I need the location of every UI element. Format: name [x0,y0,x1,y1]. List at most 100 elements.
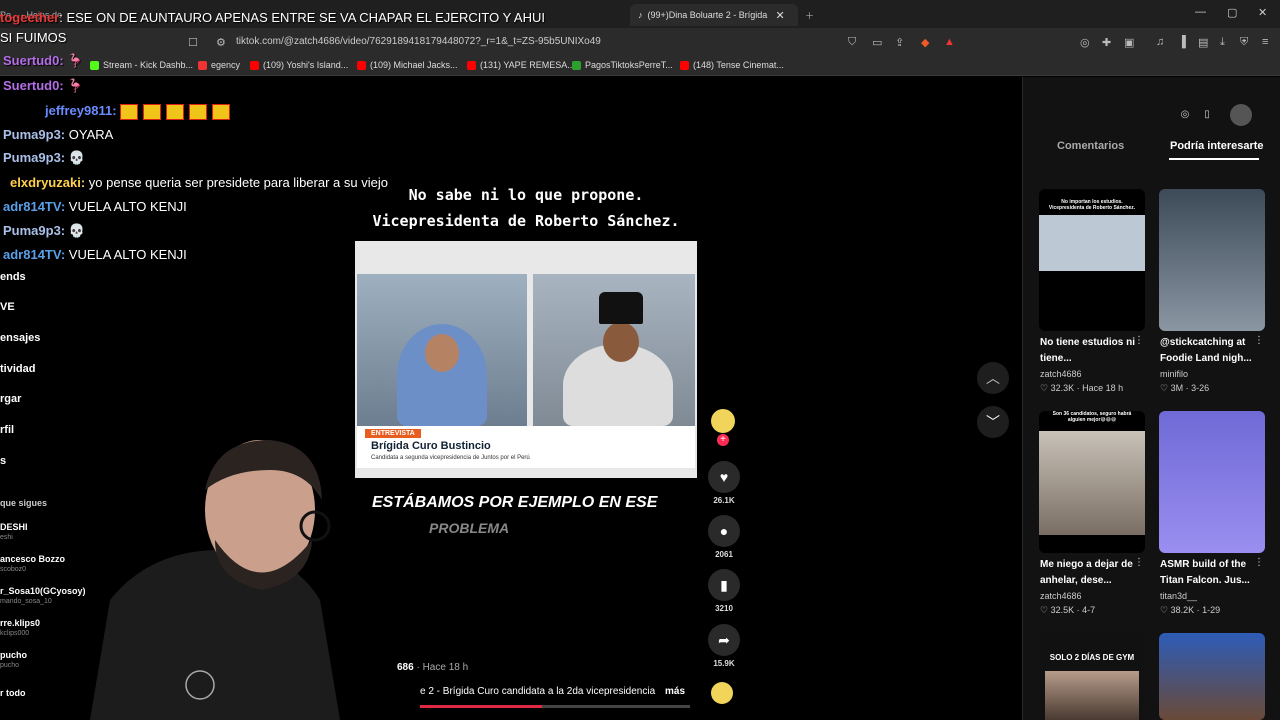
share-button[interactable]: ➦ 15.9K [708,624,740,668]
cast-icon[interactable]: ▭ [872,36,882,49]
chevron-down-icon[interactable]: ﹀ [977,406,1009,438]
see-all-link[interactable]: r todo [0,688,26,698]
tab-label: (99+)Dina Boluarte 2 - Brígida C [647,10,768,20]
vpn-icon[interactable]: ⛨ [1240,36,1248,49]
rewards-icon[interactable]: ▲ [944,36,955,48]
tab-underline [1169,158,1259,160]
bookmark-yoshi[interactable]: (109) Yoshi's Island... [250,60,348,70]
chevron-up-icon[interactable]: ︿ [977,362,1009,394]
extension-icon[interactable]: ◎ [1080,36,1090,49]
bookmark-michael[interactable]: (109) Michael Jacks... [357,60,458,70]
minimize-icon[interactable]: — [1195,6,1206,18]
card-thumbnail[interactable] [1159,633,1265,720]
following-item[interactable]: r_Sosa10(GCyosoy) [0,586,86,596]
card-title[interactable]: ASMR build of the Titan Falcon. Jus... [1160,557,1256,589]
tab-comments[interactable]: Comentarios [1057,140,1124,152]
profile-avatar[interactable] [1230,104,1252,126]
sidebar-icon[interactable]: ▐ [1178,36,1186,48]
tiktok-icon: ♪ [638,10,643,20]
more-options-icon[interactable]: ⋮ [1254,557,1264,568]
following-item[interactable]: pucho [0,650,27,660]
card-title[interactable]: @stickcatching at Foodie Land nigh... [1160,335,1256,367]
chat-line: Suertud0: 🦩 [3,77,83,95]
chat-user: Puma9p3: [3,150,66,165]
card-author[interactable]: zatch4686 [1040,369,1082,379]
maximize-icon[interactable]: ▢ [1227,6,1237,19]
bookmarks-bar: Stream - Kick Dashb... egency (109) Yosh… [0,56,1280,76]
close-icon[interactable]: ✕ [776,9,785,22]
card-thumbnail[interactable] [1159,189,1265,331]
youtube-icon [467,60,476,70]
chat-text: 💀 [68,150,85,165]
tab-suggested[interactable]: Podría interesarte [1170,140,1264,152]
phone-icon[interactable]: ▯ [1196,104,1218,126]
share-icon[interactable]: ⇪ [895,36,904,49]
card-meta: ♡ 32.3K · Hace 18 h [1040,383,1124,393]
sidebar-item-upload[interactable]: rgar [0,393,21,405]
share-count: 15.9K [713,659,735,668]
bookmark-pagos[interactable]: PagosTiktoksPerreT... [572,60,673,70]
following-handle: kclips000 [0,630,30,637]
bookmark-icon[interactable]: ☐ [188,36,198,49]
following-item[interactable]: rre.klips0 [0,618,40,628]
brave-shield-icon[interactable]: ◆ [921,36,929,49]
card-thumbnail[interactable]: No importan los estudios. Vicepresidenta… [1039,189,1145,331]
card-author[interactable]: minifilo [1160,369,1188,379]
new-tab-button[interactable]: ＋ [805,4,814,26]
following-item[interactable]: DESHI [0,522,28,532]
sidebar-item-activity[interactable]: tividad [0,363,35,375]
kick-icon [90,60,99,70]
url-field[interactable]: tiktok.com/@zatch4686/video/762918941817… [236,36,601,47]
video-progress[interactable] [420,705,690,708]
bookmark-tense[interactable]: (148) Tense Cinemat... [680,60,784,70]
bookmark-egency[interactable]: egency [198,60,240,70]
more-options-icon[interactable]: ⋮ [1254,335,1264,346]
follow-plus-icon[interactable]: + [717,434,729,446]
pip-icon[interactable]: ▤ [1198,36,1208,49]
card-thumbnail[interactable]: SOLO 2 DÍAS DE GYM [1039,633,1145,720]
bookmark-kick[interactable]: Stream - Kick Dashb... [90,60,193,70]
emote-icon [166,103,185,120]
creator-avatar[interactable] [711,409,735,433]
music-icon[interactable]: ♫ [1156,36,1164,48]
menu-icon[interactable]: ≡ [1262,36,1268,48]
site-info-icon[interactable]: ⚙ [216,36,226,49]
chat-line: Puma9p3: 💀 [3,222,85,240]
sidebar-item-more[interactable]: s [0,455,6,467]
card-meta: ♡ 3M · 3-26 [1160,383,1210,393]
card-thumbnail[interactable] [1159,411,1265,553]
chat-line: Suertud0: 🦩 [3,52,83,70]
card-title[interactable]: Me niego a dejar de anhelar, dese... [1040,557,1136,589]
like-button[interactable]: ♥ 26.1K [708,461,740,505]
sidebar-item-friends[interactable]: ends [0,271,26,283]
download-icon[interactable]: ⤓ [1220,36,1225,49]
more-options-icon[interactable]: ⋮ [1134,557,1144,568]
sidebar-item-live[interactable]: VE [0,301,15,313]
more-button[interactable]: más [665,686,685,697]
card-author[interactable]: titan3d__ [1160,591,1197,601]
settings-icon[interactable]: ◎ [1174,104,1196,126]
bookmark-yape[interactable]: (131) YAPE REMESA... [467,60,575,70]
bookmark-label: PagosTiktoksPerreT... [585,60,673,70]
following-item[interactable]: ancesco Bozzo [0,554,65,564]
chat-user: Suertud0: [3,78,64,93]
more-options-icon[interactable]: ⋮ [1134,335,1144,346]
youtube-icon [357,60,366,70]
puzzle-icon[interactable]: ✚ [1102,36,1111,49]
card-author[interactable]: zatch4686 [1040,591,1082,601]
shield-icon[interactable]: ⛉ [848,36,856,49]
bookmark-label: (148) Tense Cinemat... [693,60,784,70]
tab-tiktok[interactable]: ♪ (99+)Dina Boluarte 2 - Brígida C ✕ [630,4,798,26]
wallet-icon[interactable]: ▣ [1124,36,1134,49]
save-button[interactable]: ▮ 3210 [708,569,740,613]
card-title[interactable]: No tiene estudios ni tiene... [1040,335,1136,367]
close-window-icon[interactable]: ✕ [1258,6,1267,19]
sidebar-item-messages[interactable]: ensajes [0,332,40,344]
comment-button[interactable]: ● 2061 [708,515,740,559]
like-count: 26.1K [713,496,735,505]
video-description: e 2 - Brígida Curo candidata a la 2da vi… [420,686,656,697]
music-disc-icon[interactable] [711,682,733,704]
right-panel: ◎ ▯ Comentarios Podría interesarte No im… [1022,77,1280,720]
sidebar-item-profile[interactable]: rfil [0,424,14,436]
card-thumbnail[interactable]: Son 36 candidatos, seguro habrá alguien … [1039,411,1145,553]
